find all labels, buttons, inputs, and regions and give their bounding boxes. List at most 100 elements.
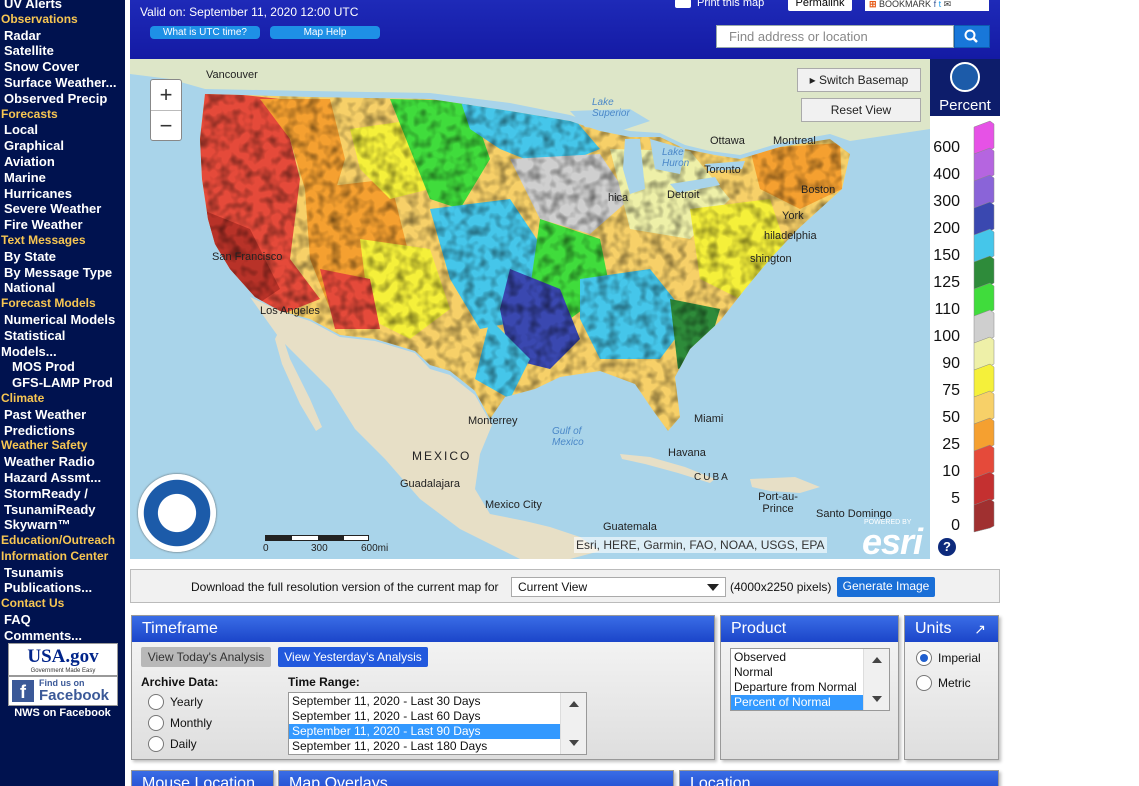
precipitation-map[interactable]: + − ▸ Switch Basemap Reset View Vancouve… [130,59,930,559]
product-option[interactable]: Normal [731,665,864,680]
permalink-button[interactable]: Permalink [788,0,852,11]
archive-yearly-radio[interactable] [148,694,164,710]
nav-link-fire-weather[interactable]: Fire Weather [0,217,125,233]
nav-header-education-outreach[interactable]: Education/Outreach [0,533,125,549]
nav-link-statistical[interactable]: Statistical [0,328,125,344]
search-button[interactable] [954,25,990,48]
label-lake-huron: Lake Huron [662,147,690,169]
legend-label-200: 200 [933,220,960,237]
product-listbox[interactable]: Observed Normal Departure from Normal Perce… [730,648,890,711]
view-today-tab[interactable]: View Today's Analysis [141,647,271,667]
nav-link-hurricanes[interactable]: Hurricanes [0,186,125,202]
nav-link-faq[interactable]: FAQ [0,612,125,628]
email-share-icon[interactable]: ✉ [944,0,952,9]
time-range-option[interactable]: September 11, 2020 - Last 180 Days [289,739,561,754]
product-option[interactable]: Observed [731,650,864,665]
nav-link-models[interactable]: Models... [0,344,125,360]
download-extent-select[interactable]: Current View [511,577,726,597]
nav-link-tsunamis[interactable]: Tsunamis [0,565,125,581]
usa-gov-tagline: Government Made Easy [30,668,96,674]
nav-link-numerical-models[interactable]: Numerical Models [0,312,125,328]
nav-link-marine[interactable]: Marine [0,170,125,186]
generate-image-button[interactable]: Generate Image [837,577,935,597]
download-size-text: (4000x2250 pixels) [730,580,832,594]
page: UV Alerts Observations Radar Satellite Snow … [0,0,1139,786]
nav-link-stormready[interactable]: StormReady / [0,486,125,502]
nws-on-facebook-link[interactable]: NWS on Facebook [0,707,125,719]
nav-link-surface-weather[interactable]: Surface Weather... [0,75,125,91]
label-guadalajara: Guadalajara [400,478,460,490]
nav-header-text-messages[interactable]: Text Messages [0,233,125,249]
nav-link-local[interactable]: Local [0,122,125,138]
nav-header-forecast-models[interactable]: Forecast Models [0,296,125,312]
nav-header-climate[interactable]: Climate [0,391,125,407]
zoom-in-button[interactable]: + [151,80,181,110]
view-yesterday-tab[interactable]: View Yesterday's Analysis [278,647,428,667]
nav-header-weather-safety[interactable]: Weather Safety [0,438,125,454]
facebook-badge[interactable]: f Find us on Facebook [8,676,118,706]
expand-icon[interactable]: ↗ [974,616,986,642]
nav-link-tsunamiready[interactable]: TsunamiReady [0,502,125,518]
legend-label-5: 5 [951,490,960,507]
nav-link-uv-alerts[interactable]: UV Alerts [0,0,125,12]
product-option[interactable]: Departure from Normal [731,680,864,695]
nav-link-aviation[interactable]: Aviation [0,154,125,170]
twitter-share-icon[interactable]: t [939,0,942,9]
nav-link-by-message-type[interactable]: By Message Type [0,265,125,281]
usa-gov-badge[interactable]: USA.gov Government Made Easy [8,643,118,676]
location-search-input[interactable]: Find address or location [716,25,954,48]
archive-daily-radio[interactable] [148,736,164,752]
switch-basemap-button[interactable]: ▸ Switch Basemap [797,68,921,92]
esri-logo[interactable]: esri [862,521,923,559]
time-range-option[interactable]: September 11, 2020 - Last 90 Days [289,724,561,739]
nav-link-comments[interactable]: Comments... [0,628,125,644]
time-range-scrollbar[interactable] [560,693,586,754]
nav-header-forecasts[interactable]: Forecasts [0,107,125,123]
reset-view-button[interactable]: Reset View [801,98,921,122]
time-range-listbox[interactable]: September 11, 2020 - Last 30 Days Septemb… [288,692,587,755]
nav-header-observations[interactable]: Observations [0,12,125,28]
product-scrollbar[interactable] [863,649,889,710]
label-detroit: Detroit [667,189,700,201]
nav-link-hazard-assmt[interactable]: Hazard Assmt... [0,470,125,486]
units-imperial-radio[interactable] [916,650,932,666]
help-icon[interactable]: ? [938,538,956,556]
print-map-link[interactable]: Print this map [675,0,764,9]
zoom-out-button[interactable]: − [151,110,181,140]
nav-link-severe-weather[interactable]: Severe Weather [0,201,125,217]
nav-link-by-state[interactable]: By State [0,249,125,265]
nav-link-satellite[interactable]: Satellite [0,43,125,59]
scale-bar-graphic [265,535,369,541]
product-option[interactable]: Percent of Normal [731,695,864,710]
nav-header-contact-us[interactable]: Contact Us [0,596,125,612]
bookmark-share-button[interactable]: ⊞ BOOKMARK f t ✉ [865,0,989,11]
nav-link-mos-prod[interactable]: MOS Prod [0,359,125,375]
nav-link-predictions[interactable]: Predictions [0,423,125,439]
nav-link-skywarn[interactable]: Skywarn™ [0,517,125,533]
facebook-share-icon[interactable]: f [934,0,937,9]
time-range-option[interactable]: September 11, 2020 - Last 30 Days [289,694,561,709]
nav-link-snow-cover[interactable]: Snow Cover [0,59,125,75]
nav-link-national[interactable]: National [0,280,125,296]
nav-link-publications[interactable]: Publications... [0,580,125,596]
nav-link-past-weather[interactable]: Past Weather [0,407,125,423]
units-title: Units [915,620,952,637]
nav-link-observed-precip[interactable]: Observed Precip [0,91,125,107]
nav-link-graphical[interactable]: Graphical [0,138,125,154]
utc-help-button[interactable]: What is UTC time? [150,26,260,39]
nav-link-gfs-lamp-prod[interactable]: GFS-LAMP Prod [0,375,125,391]
download-text: Download the full resolution version of … [191,580,499,594]
nav-link-radar[interactable]: Radar [0,28,125,44]
units-metric-radio[interactable] [916,675,932,691]
legend-label-400: 400 [933,166,960,183]
time-range-option[interactable]: September 11, 2020 - Last 60 Days [289,709,561,724]
nav-link-weather-radio[interactable]: Weather Radio [0,454,125,470]
label-cuba: CUBA [694,472,730,483]
map-help-button[interactable]: Map Help [270,26,380,39]
archive-monthly-radio[interactable] [148,715,164,731]
label-gulf-of-mexico: Gulf of Mexico [552,426,584,448]
nav-header-information-center[interactable]: Information Center [0,549,125,565]
label-port-au-prince: Port-au-Prince [758,491,798,515]
usa-gov-logo-text: USA.gov [27,646,99,667]
legend-label-75: 75 [942,382,960,399]
